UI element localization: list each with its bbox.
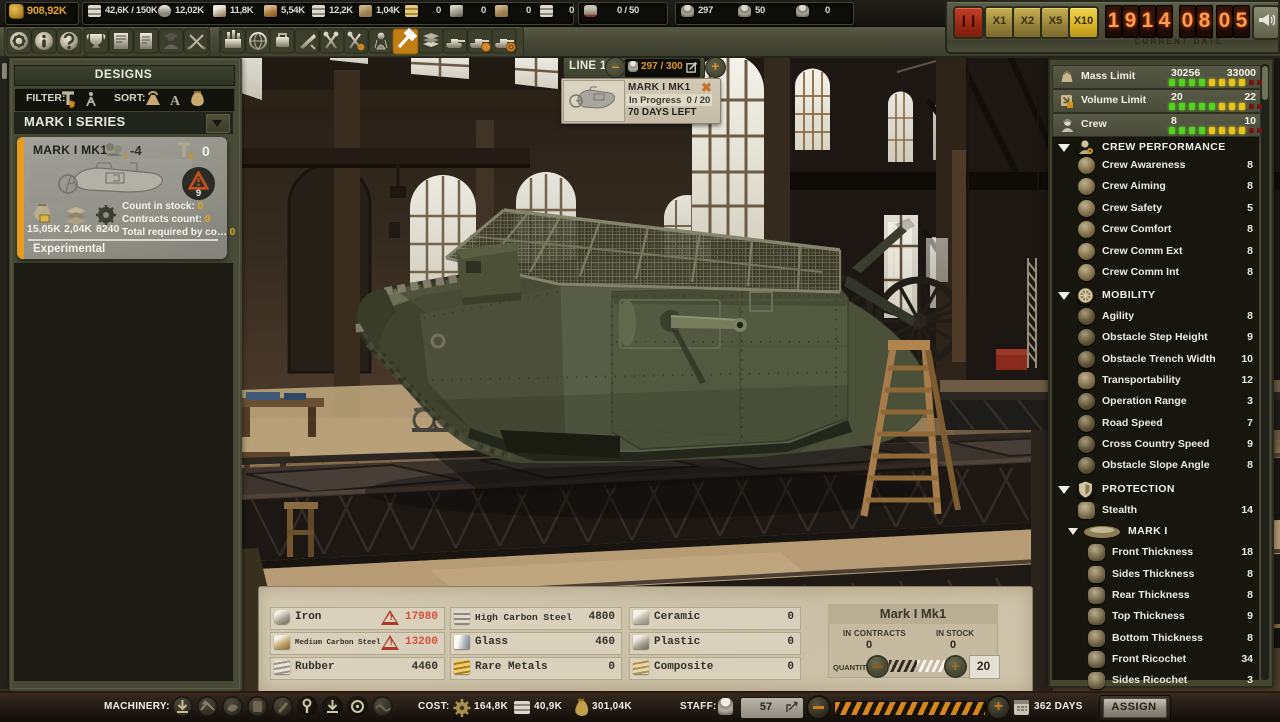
- svg-text:0: 0: [202, 143, 210, 159]
- svg-text:A: A: [170, 94, 181, 109]
- svg-text:-4: -4: [130, 143, 142, 158]
